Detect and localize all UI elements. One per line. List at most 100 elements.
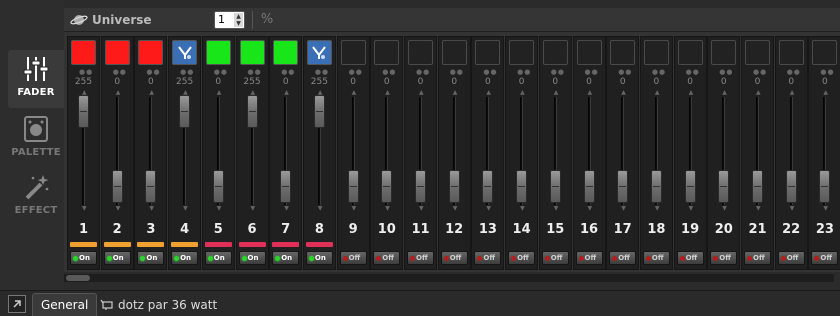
channel-value: 0	[754, 77, 761, 87]
fader-handle[interactable]	[785, 170, 797, 203]
down-tick-icon: ▼	[183, 205, 188, 212]
sidebar-item-label: FADER	[17, 87, 55, 98]
channel-toggle-button[interactable]: Off	[339, 251, 367, 265]
fader-handle[interactable]	[752, 170, 763, 203]
tab-general[interactable]: General	[32, 293, 98, 316]
tab-fixture[interactable]: dotz par 36 watt	[92, 293, 225, 316]
channel-color-swatch[interactable]	[239, 40, 265, 65]
channel-color-swatch[interactable]	[172, 40, 198, 65]
channel-color-swatch[interactable]	[745, 40, 770, 65]
channel-color-swatch[interactable]	[71, 40, 96, 65]
fixture-color-stripe	[204, 242, 232, 247]
fader-handle[interactable]	[280, 170, 292, 203]
scrollbar-thumb[interactable]	[66, 275, 90, 281]
channel-color-swatch[interactable]	[576, 40, 602, 65]
channel-color-swatch[interactable]	[273, 40, 299, 65]
fader-handle[interactable]	[145, 170, 157, 203]
channel-toggle-button[interactable]: On	[171, 251, 199, 265]
channel-toggle-button[interactable]: On	[103, 251, 131, 265]
down-tick-icon: ▼	[722, 205, 727, 212]
fader-handle[interactable]	[448, 170, 460, 203]
channel-color-swatch[interactable]	[610, 40, 636, 65]
channel-color-swatch[interactable]	[306, 40, 332, 65]
spin-up-icon[interactable]: ▲	[234, 13, 243, 20]
channel-color-swatch[interactable]	[542, 40, 568, 65]
universe-spinbox[interactable]: 1 ▲ ▼	[214, 11, 245, 29]
fader-handle[interactable]	[549, 170, 561, 203]
up-tick-icon: ▲	[823, 89, 829, 96]
channel-number: 3	[146, 222, 156, 237]
channel-toggle-button[interactable]: On	[305, 251, 333, 265]
channel-toggle-button[interactable]: Off	[440, 251, 468, 265]
universe-value[interactable]: 1	[218, 13, 225, 26]
sidebar-item-palette[interactable]: PALETTE	[8, 110, 64, 168]
channel-number: 16	[579, 222, 599, 237]
fader-handle[interactable]	[246, 95, 258, 128]
fader-channel: ●● 255 ▲ ▼ 1 On	[67, 36, 100, 270]
fader-handle[interactable]	[583, 170, 595, 203]
channel-toggle-button[interactable]: On	[272, 251, 300, 265]
sidebar-item-fader[interactable]: FADER	[8, 50, 64, 108]
channel-color-swatch[interactable]	[812, 40, 838, 65]
fader-handle[interactable]	[347, 170, 359, 203]
fader-handle[interactable]	[819, 170, 831, 203]
channel-toggle-button[interactable]: Off	[474, 251, 502, 265]
expand-button[interactable]	[8, 295, 26, 313]
fader-handle[interactable]	[617, 170, 629, 203]
fader-handle[interactable]	[111, 170, 123, 203]
channel-toggle-button[interactable]: On	[137, 251, 165, 265]
channel-color-swatch[interactable]	[408, 40, 433, 65]
fader-handle[interactable]	[212, 170, 224, 203]
channel-toggle-button[interactable]: On	[204, 251, 232, 265]
universe-toolbar: Universe 1 ▲ ▼ %	[64, 8, 840, 32]
sidebar-item-effect[interactable]: EFFECT	[8, 168, 64, 226]
channel-toggle-button[interactable]: Off	[541, 251, 569, 265]
down-tick-icon: ▼	[553, 205, 559, 212]
channel-toggle-button[interactable]: Off	[676, 251, 704, 265]
fader-handle[interactable]	[684, 170, 696, 203]
fader-handle[interactable]	[381, 170, 393, 203]
horizontal-scrollbar[interactable]	[64, 274, 834, 282]
channel-color-swatch[interactable]	[677, 40, 703, 65]
toggle-label: On	[314, 254, 326, 262]
channel-toggle-button[interactable]: Off	[373, 251, 401, 265]
channel-color-swatch[interactable]	[205, 40, 231, 65]
channel-color-swatch[interactable]	[138, 40, 164, 65]
channel-value: 0	[383, 77, 390, 87]
fader-handle[interactable]	[415, 170, 426, 203]
channel-toggle-button[interactable]: Off	[575, 251, 603, 265]
fader-handle[interactable]	[78, 95, 89, 128]
down-tick-icon: ▼	[385, 205, 390, 212]
channel-color-swatch[interactable]	[643, 40, 669, 65]
channel-color-swatch[interactable]	[104, 40, 130, 65]
channel-toggle-button[interactable]: Off	[744, 251, 771, 265]
channel-toggle-button[interactable]: On	[238, 251, 266, 265]
channel-color-swatch[interactable]	[374, 40, 400, 65]
percent-toggle-button[interactable]: %	[258, 11, 276, 29]
channel-toggle-button[interactable]: Off	[777, 251, 805, 265]
channel-color-swatch[interactable]	[340, 40, 366, 65]
fader-handle[interactable]	[718, 170, 730, 203]
fader-handle[interactable]	[313, 95, 325, 128]
spin-down-icon[interactable]: ▼	[234, 20, 243, 27]
channel-dots-icon: ●●	[281, 68, 296, 76]
fader-handle[interactable]	[516, 170, 528, 203]
channel-toggle-button[interactable]: Off	[609, 251, 637, 265]
channel-toggle-button[interactable]: Off	[710, 251, 738, 265]
channel-toggle-button[interactable]: Off	[811, 251, 839, 265]
channel-toggle-button[interactable]: Off	[407, 251, 434, 265]
channel-toggle-button[interactable]: Off	[508, 251, 536, 265]
channel-color-swatch[interactable]	[509, 40, 535, 65]
channel-color-swatch[interactable]	[711, 40, 737, 65]
fader-handle[interactable]	[179, 95, 191, 128]
channel-value: 0	[417, 77, 424, 87]
fader-handle[interactable]	[482, 170, 494, 203]
channel-color-swatch[interactable]	[475, 40, 501, 65]
channel-color-swatch[interactable]	[778, 40, 804, 65]
channel-toggle-button[interactable]: On	[70, 251, 97, 265]
channel-color-swatch[interactable]	[441, 40, 467, 65]
fader-handle[interactable]	[650, 170, 662, 203]
up-tick-icon: ▲	[654, 89, 660, 96]
channel-toggle-button[interactable]: Off	[642, 251, 670, 265]
status-led-icon	[713, 255, 719, 261]
